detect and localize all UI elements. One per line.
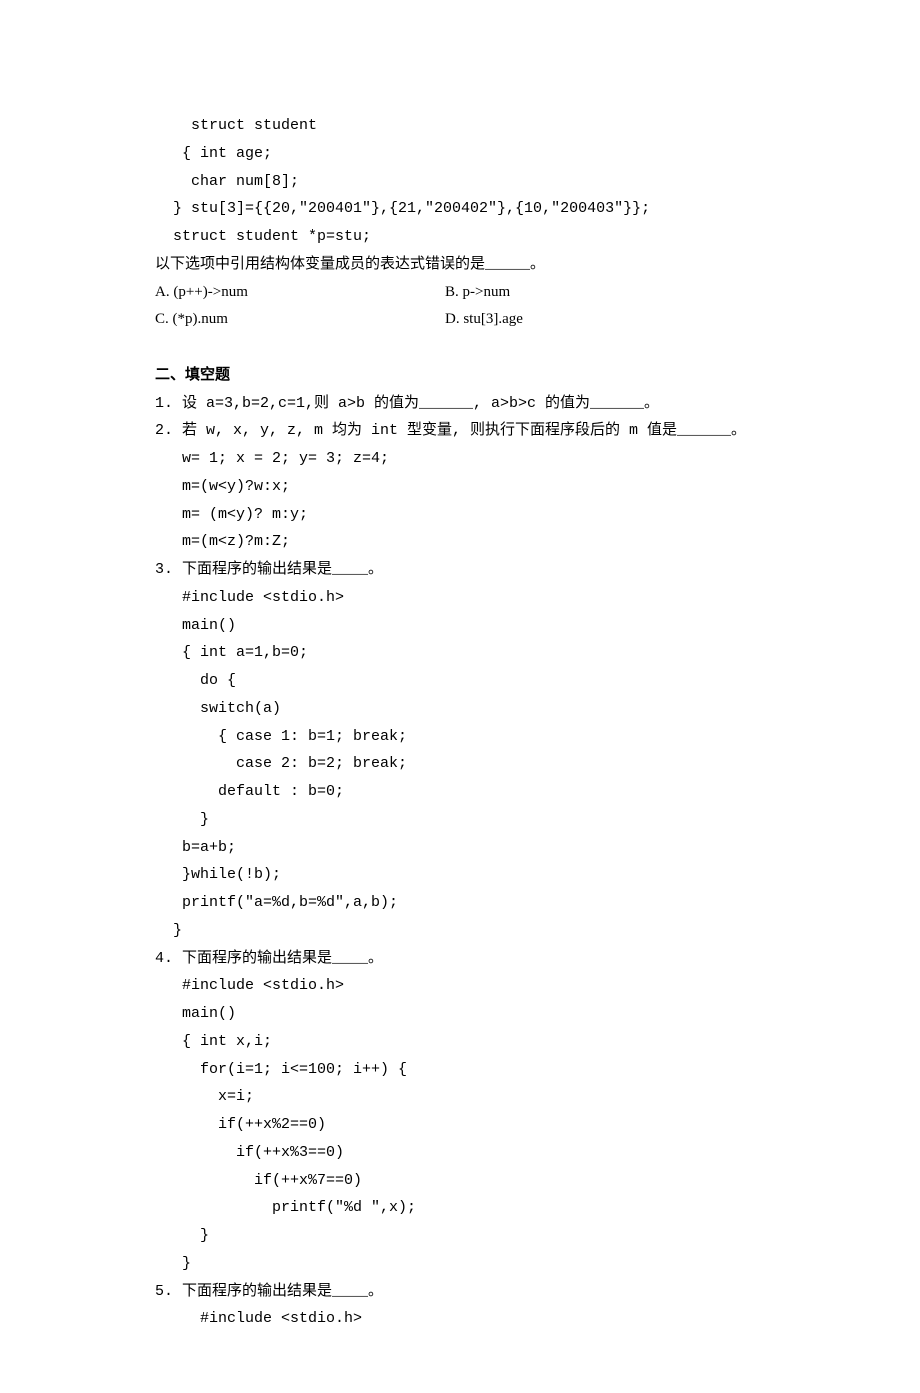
code-line: }while(!b); — [155, 861, 765, 889]
code-line: } — [155, 1250, 765, 1278]
code-line: } — [155, 917, 765, 945]
code-line: if(++x%3==0) — [155, 1139, 765, 1167]
code-line: main() — [155, 1000, 765, 1028]
code-line: } — [155, 806, 765, 834]
code-line: } stu[3]={{20,"200401"},{21,"200402"},{1… — [155, 195, 765, 223]
option-c: C. (*p).num — [155, 306, 445, 334]
code-line: default : b=0; — [155, 778, 765, 806]
code-line: if(++x%2==0) — [155, 1111, 765, 1139]
code-line: if(++x%7==0) — [155, 1167, 765, 1195]
code-line: main() — [155, 612, 765, 640]
code-line: struct student — [155, 112, 765, 140]
code-line: { int a=1,b=0; — [155, 639, 765, 667]
code-line: x=i; — [155, 1083, 765, 1111]
code-line: switch(a) — [155, 695, 765, 723]
question-3-stem: 3. 下面程序的输出结果是____。 — [155, 556, 765, 584]
code-line: m= (m<y)? m:y; — [155, 501, 765, 529]
option-d: D. stu[3].age — [445, 306, 523, 334]
section-title: 二、填空题 — [155, 362, 765, 390]
code-line: w= 1; x = 2; y= 3; z=4; — [155, 445, 765, 473]
question-4-stem: 4. 下面程序的输出结果是____。 — [155, 945, 765, 973]
code-line: } — [155, 1222, 765, 1250]
code-line: #include <stdio.h> — [155, 972, 765, 1000]
options-row: C. (*p).num D. stu[3].age — [155, 306, 765, 334]
code-line: printf("%d ",x); — [155, 1194, 765, 1222]
code-line: m=(m<z)?m:Z; — [155, 528, 765, 556]
code-line: #include <stdio.h> — [155, 584, 765, 612]
code-line: { int age; — [155, 140, 765, 168]
code-line: char num[8]; — [155, 168, 765, 196]
code-line: case 2: b=2; break; — [155, 750, 765, 778]
question-1: 1. 设 a=3,b=2,c=1,则 a>b 的值为______, a>b>c … — [155, 390, 765, 418]
code-line: m=(w<y)?w:x; — [155, 473, 765, 501]
code-line: struct student *p=stu; — [155, 223, 765, 251]
code-line: printf("a=%d,b=%d",a,b); — [155, 889, 765, 917]
code-line: { case 1: b=1; break; — [155, 723, 765, 751]
code-line: { int x,i; — [155, 1028, 765, 1056]
code-line: b=a+b; — [155, 834, 765, 862]
code-line: #include <stdio.h> — [155, 1305, 765, 1333]
code-line: do { — [155, 667, 765, 695]
code-line: for(i=1; i<=100; i++) { — [155, 1056, 765, 1084]
question-2-stem: 2. 若 w, x, y, z, m 均为 int 型变量, 则执行下面程序段后… — [155, 417, 765, 445]
options-row: A. (p++)->num B. p->num — [155, 279, 765, 307]
question-5-stem: 5. 下面程序的输出结果是____。 — [155, 1278, 765, 1306]
question-stem: 以下选项中引用结构体变量成员的表达式错误的是_____。 — [155, 251, 765, 279]
blank-line — [155, 334, 765, 362]
option-b: B. p->num — [445, 279, 510, 307]
option-a: A. (p++)->num — [155, 279, 445, 307]
